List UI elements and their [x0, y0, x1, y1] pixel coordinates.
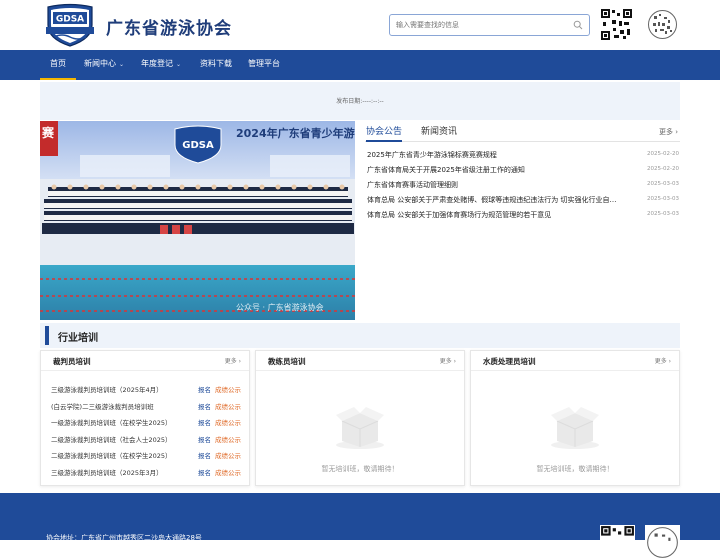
list-item: 二级游泳裁判员培训班（社会人士2025） 报名 成绩公示 [51, 432, 246, 446]
results-link[interactable]: 成绩公示 [215, 401, 241, 411]
coach-training-card: 教练员培训 更多 › 暂无培训班，敬请期待！ [255, 350, 465, 486]
referee-training-card: 裁判员培训 更多 › 三级游泳裁判员培训班（2025年4月） 报名 成绩公示 (… [40, 350, 250, 486]
news-title[interactable]: 体育总局 公安部关于加强体育赛场行为规范管理的若干意见 [367, 210, 617, 220]
banner-carousel[interactable]: 赛 2024年广东省青少年游泳冠军赛 GDSA [40, 121, 355, 320]
nav-item-label: 新闻中心 [84, 59, 116, 68]
news-more-link[interactable]: 更多 › [659, 127, 678, 137]
publish-date: 发布日期:----:--:-- [336, 98, 384, 105]
training-section-header: 行业培训 [40, 323, 680, 348]
results-link[interactable]: 成绩公示 [215, 467, 241, 477]
card-title: 裁判员培训 [53, 357, 91, 366]
banner-logo-text: GDSA [182, 140, 214, 151]
list-item[interactable]: 广东省体育局关于开展2025年省级注册工作的通知 2025-02-20 [365, 163, 680, 178]
news-title[interactable]: 广东省体育赛事活动管理细则 [367, 180, 617, 190]
register-link[interactable]: 报名 [198, 450, 211, 460]
list-item[interactable]: 广东省体育赛事活动管理细则 2025-03-03 [365, 178, 680, 193]
nav-item-home[interactable]: 首页 [40, 50, 76, 80]
qr-code-icon [645, 525, 680, 560]
card-title: 教练员培训 [268, 357, 306, 366]
logo-text: GDSA [56, 15, 84, 25]
section-accent-bar [45, 326, 49, 345]
nav-item-news[interactable]: 新闻中心 ⌄ [74, 50, 134, 80]
tab-association-notices[interactable]: 协会公告 [366, 124, 403, 142]
empty-message: 暂无培训班，敬请期待！ [536, 465, 614, 473]
news-date: 2025-02-20 [647, 166, 679, 172]
site-footer: 协会地址：广东省广州市越秀区二沙岛大通路28号 [0, 493, 720, 560]
news-date: 2025-03-03 [647, 196, 679, 202]
banner-watermark: 公众号 · 广东省游泳协会 [236, 302, 324, 312]
site-title: 广东省游泳协会 [106, 19, 232, 39]
empty-message: 暂无培训班，敬请期待！ [321, 465, 399, 473]
banner-title: 2024年广东省青少年游泳冠军赛 [236, 126, 355, 140]
search-box[interactable] [389, 14, 590, 36]
results-link[interactable]: 成绩公示 [215, 417, 241, 427]
qr-code-icon [600, 8, 633, 41]
course-name[interactable]: 三级游泳裁判员培训班（2025年4月） [51, 384, 163, 394]
list-item: 二级游泳裁判员培训班（在校学生2025） 报名 成绩公示 [51, 448, 246, 462]
results-link[interactable]: 成绩公示 [215, 384, 241, 394]
card-more-link[interactable]: 更多 › [655, 356, 671, 365]
news-tabs: 协会公告 新闻资讯 更多 › [365, 122, 680, 142]
course-name[interactable]: 三级游泳裁判员培训班（2025年3月） [51, 467, 163, 477]
news-list: 2025年广东省青少年游泳锦标赛竞赛规程 2025-02-20 广东省体育局关于… [365, 148, 680, 223]
banner-image: 赛 2024年广东省青少年游泳冠军赛 GDSA [40, 121, 355, 320]
results-link[interactable]: 成绩公示 [215, 450, 241, 460]
nav-item-label: 首页 [50, 59, 66, 68]
nav-item-downloads[interactable]: 资料下载 [190, 50, 242, 80]
register-link[interactable]: 报名 [198, 467, 211, 477]
svg-text:赛: 赛 [41, 125, 55, 140]
card-header: 水质处理员培训 更多 › [471, 351, 679, 371]
section-title: 行业培训 [58, 333, 98, 344]
list-item: 三级游泳裁判员培训班（2025年3月） 报名 成绩公示 [51, 465, 246, 479]
nav-item-label: 管理平台 [248, 59, 280, 68]
card-header: 裁判员培训 更多 › [41, 351, 249, 371]
news-title[interactable]: 2025年广东省青少年游泳锦标赛竞赛规程 [367, 150, 617, 160]
footer-address: 协会地址：广东省广州市越秀区二沙岛大通路28号 [46, 534, 202, 542]
card-more-link[interactable]: 更多 › [440, 356, 456, 365]
list-item: (白云学院)二三级游泳裁判员培训班 报名 成绩公示 [51, 399, 246, 413]
news-date: 2025-03-03 [647, 211, 679, 217]
register-link[interactable]: 报名 [198, 434, 211, 444]
course-name[interactable]: 二级游泳裁判员培训班（在校学生2025） [51, 450, 172, 460]
course-name[interactable]: 一级游泳裁判员培训班（在校学生2025） [51, 417, 172, 427]
news-date: 2025-03-03 [647, 181, 679, 187]
card-title: 水质处理员培训 [483, 357, 536, 366]
tab-label: 协会公告 [366, 127, 403, 137]
site-header: GDSA 广东省游泳协会 [0, 0, 720, 50]
chevron-down-icon: ⌄ [176, 61, 182, 68]
tab-news[interactable]: 新闻资讯 [421, 124, 457, 137]
nav-item-label: 资料下载 [200, 59, 232, 68]
course-name[interactable]: 二级游泳裁判员培训班（社会人士2025） [51, 434, 172, 444]
water-treatment-training-card: 水质处理员培训 更多 › 暂无培训班，敬请期待！ [470, 350, 680, 486]
list-item[interactable]: 2025年广东省青少年游泳锦标赛竞赛规程 2025-02-20 [365, 148, 680, 163]
news-title[interactable]: 广东省体育局关于开展2025年省级注册工作的通知 [367, 165, 617, 175]
register-link[interactable]: 报名 [198, 417, 211, 427]
news-date: 2025-02-20 [647, 151, 679, 157]
tab-label: 新闻资讯 [421, 127, 458, 137]
register-link[interactable]: 报名 [198, 384, 211, 394]
register-link[interactable]: 报名 [198, 401, 211, 411]
search-icon[interactable] [573, 20, 583, 30]
qr-code-icon [646, 8, 679, 41]
list-item[interactable]: 体育总局 公安部关于加强体育赛场行为规范管理的若干意见 2025-03-03 [365, 208, 680, 223]
nav-item-annual-registration[interactable]: 年度登记 ⌄ [131, 50, 191, 80]
list-item: 一级游泳裁判员培训班（在校学生2025） 报名 成绩公示 [51, 415, 246, 429]
nav-item-admin-platform[interactable]: 管理平台 [238, 50, 290, 80]
chevron-down-icon: ⌄ [119, 61, 125, 68]
empty-box-icon [551, 407, 599, 449]
search-input[interactable] [396, 18, 556, 32]
nav-item-label: 年度登记 [141, 59, 173, 68]
gdsa-logo[interactable]: GDSA [40, 3, 100, 48]
main-nav: 首页 新闻中心 ⌄ 年度登记 ⌄ 资料下载 管理平台 [0, 50, 720, 80]
list-item: 三级游泳裁判员培训班（2025年4月） 报名 成绩公示 [51, 382, 246, 396]
results-link[interactable]: 成绩公示 [215, 434, 241, 444]
card-more-link[interactable]: 更多 › [225, 356, 241, 365]
notice-bar[interactable]: 发布日期:----:--:-- [40, 82, 680, 120]
qr-code-icon [600, 525, 635, 560]
empty-box-icon [336, 407, 384, 449]
list-item[interactable]: 体育总局 公安部关于严肃查处赌博、假球等违规违纪违法行为 切实强化行业自… 20… [365, 193, 680, 208]
course-name[interactable]: (白云学院)二三级游泳裁判员培训班 [51, 401, 154, 411]
news-title[interactable]: 体育总局 公安部关于严肃查处赌博、假球等违规违纪违法行为 切实强化行业自… [367, 195, 617, 205]
card-header: 教练员培训 更多 › [256, 351, 464, 371]
